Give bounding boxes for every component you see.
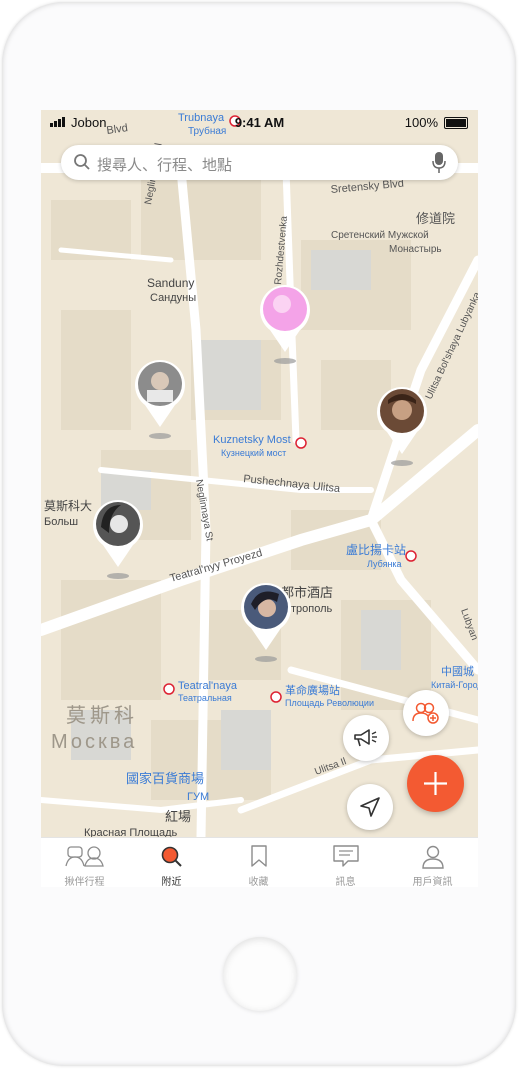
tab-label: 用戶資訊 xyxy=(412,877,453,887)
user-icon xyxy=(421,845,444,869)
map-label: Кузнецкий мост xyxy=(221,448,286,458)
status-bar: Jobon 9:41 AM 100% xyxy=(41,110,478,134)
message-icon xyxy=(332,845,359,867)
map-label: Красная Площадь xyxy=(84,827,178,837)
map-label: 盧比揚卡站 xyxy=(346,543,406,557)
tab-bar: 揪伴行程 附近 收藏 訊息 用戶資訊 xyxy=(41,837,478,887)
battery-icon xyxy=(444,117,468,129)
battery-percent: 100% xyxy=(404,115,438,130)
user-pin[interactable] xyxy=(133,357,187,441)
home-button[interactable] xyxy=(223,937,297,1011)
search-bar[interactable]: 搜尋人、行程、地點 xyxy=(61,145,458,180)
add-friend-button[interactable] xyxy=(403,690,449,736)
microphone-icon[interactable] xyxy=(432,152,446,174)
map-label: 中國城 xyxy=(441,665,474,678)
map-label: Сандуны xyxy=(150,292,196,304)
map-label: Больш xyxy=(44,516,78,528)
add-friend-icon xyxy=(412,702,439,724)
map-label: 革命廣場站 xyxy=(285,683,340,697)
search-input[interactable]: 搜尋人、行程、地點 xyxy=(97,154,232,175)
search-icon xyxy=(74,154,90,170)
tab-saved[interactable]: 收藏 xyxy=(215,838,302,887)
tab-profile[interactable]: 用戶資訊 xyxy=(389,838,476,887)
locate-me-button[interactable] xyxy=(347,784,393,830)
tab-label: 訊息 xyxy=(335,877,356,887)
user-pin[interactable] xyxy=(91,497,145,581)
map-label: 修道院 xyxy=(416,211,455,226)
map-label: Москва xyxy=(51,731,137,753)
tab-trips[interactable]: 揪伴行程 xyxy=(41,838,128,887)
user-pin[interactable] xyxy=(258,282,312,366)
map-label: Лубянка xyxy=(367,559,402,569)
tab-messages[interactable]: 訊息 xyxy=(302,838,389,887)
companions-icon xyxy=(64,846,104,867)
map-label: Kuznetsky Most xyxy=(213,434,291,446)
map-label: 莫斯科 xyxy=(66,704,138,727)
map-label: ГУМ xyxy=(187,791,209,803)
megaphone-icon xyxy=(354,729,377,747)
map-label: Teatral'naya xyxy=(178,680,238,692)
map-label: Монастырь xyxy=(389,244,442,255)
user-pin[interactable] xyxy=(239,580,293,664)
navigation-arrow-icon xyxy=(360,797,380,817)
bookmark-icon xyxy=(250,845,267,867)
map-label: 紅場 xyxy=(165,809,191,824)
map-label: Сретенский Мужской xyxy=(331,230,429,241)
map-label: Sanduny xyxy=(147,276,194,290)
tab-label: 收藏 xyxy=(248,877,269,887)
create-button[interactable] xyxy=(407,755,464,812)
map-label: Китай-Город xyxy=(431,680,478,690)
app-screen: Trubnaya Трубная Blvd Sretensky Blvd 修道院… xyxy=(41,110,478,887)
tab-label: 附近 xyxy=(161,877,182,887)
search-nearby-icon xyxy=(161,846,182,867)
map-label: Театральная xyxy=(178,693,232,703)
map-label: 國家百貨商場 xyxy=(126,771,204,786)
tab-nearby[interactable]: 附近 xyxy=(128,838,215,887)
map-label: 莫斯科大 xyxy=(44,499,92,513)
user-pin[interactable] xyxy=(375,384,429,468)
map-label: Площадь Революции xyxy=(285,698,374,708)
broadcast-button[interactable] xyxy=(343,715,389,761)
tab-label: 揪伴行程 xyxy=(64,877,105,887)
map-label: трополь xyxy=(291,603,333,615)
plus-icon xyxy=(424,772,447,795)
